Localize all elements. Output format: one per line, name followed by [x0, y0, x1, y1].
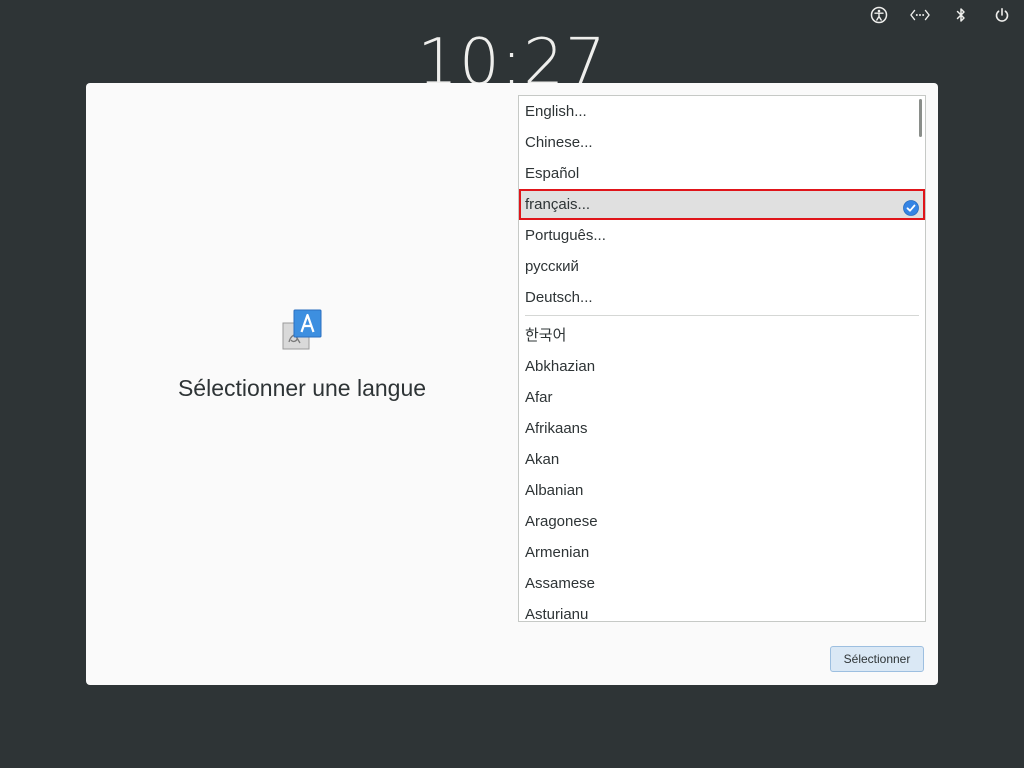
language-item-afrikaans[interactable]: Afrikaans: [519, 413, 925, 444]
language-item-english[interactable]: English...: [519, 96, 925, 127]
language-item-francais[interactable]: français...: [519, 189, 925, 220]
language-item-abkhazian[interactable]: Abkhazian: [519, 351, 925, 382]
language-item-label: français...: [525, 196, 591, 213]
language-item-deutsch[interactable]: Deutsch...: [519, 282, 925, 313]
language-item-korean[interactable]: 한국어: [519, 320, 925, 351]
dialog-left-pane: Sélectionner une langue: [86, 83, 518, 685]
language-list[interactable]: English... Chinese... Español français..…: [518, 95, 926, 622]
language-item-chinese[interactable]: Chinese...: [519, 127, 925, 158]
language-item-akan[interactable]: Akan: [519, 444, 925, 475]
bluetooth-icon[interactable]: [951, 6, 971, 24]
language-dialog: Sélectionner une langue English... Chine…: [86, 83, 938, 685]
accessibility-icon[interactable]: [869, 6, 889, 24]
language-item-afar[interactable]: Afar: [519, 382, 925, 413]
page-title: Sélectionner une langue: [177, 375, 427, 401]
language-item-espanol[interactable]: Español: [519, 158, 925, 189]
language-item-russian[interactable]: русский: [519, 251, 925, 282]
language-item-asturianu[interactable]: Asturianu: [519, 599, 925, 621]
language-item-armenian[interactable]: Armenian: [519, 537, 925, 568]
language-item-albanian[interactable]: Albanian: [519, 475, 925, 506]
select-button[interactable]: Sélectionner: [830, 646, 924, 672]
language-icon: [282, 309, 324, 351]
network-icon[interactable]: [910, 6, 930, 24]
language-item-portugues[interactable]: Português...: [519, 220, 925, 251]
language-item-assamese[interactable]: Assamese: [519, 568, 925, 599]
language-item-aragonese[interactable]: Aragonese: [519, 506, 925, 537]
power-icon[interactable]: [992, 6, 1012, 24]
system-tray: [848, 6, 1012, 24]
list-separator: [525, 315, 919, 316]
checkmark-icon: [903, 196, 919, 216]
list-scrollbar[interactable]: [919, 99, 922, 137]
